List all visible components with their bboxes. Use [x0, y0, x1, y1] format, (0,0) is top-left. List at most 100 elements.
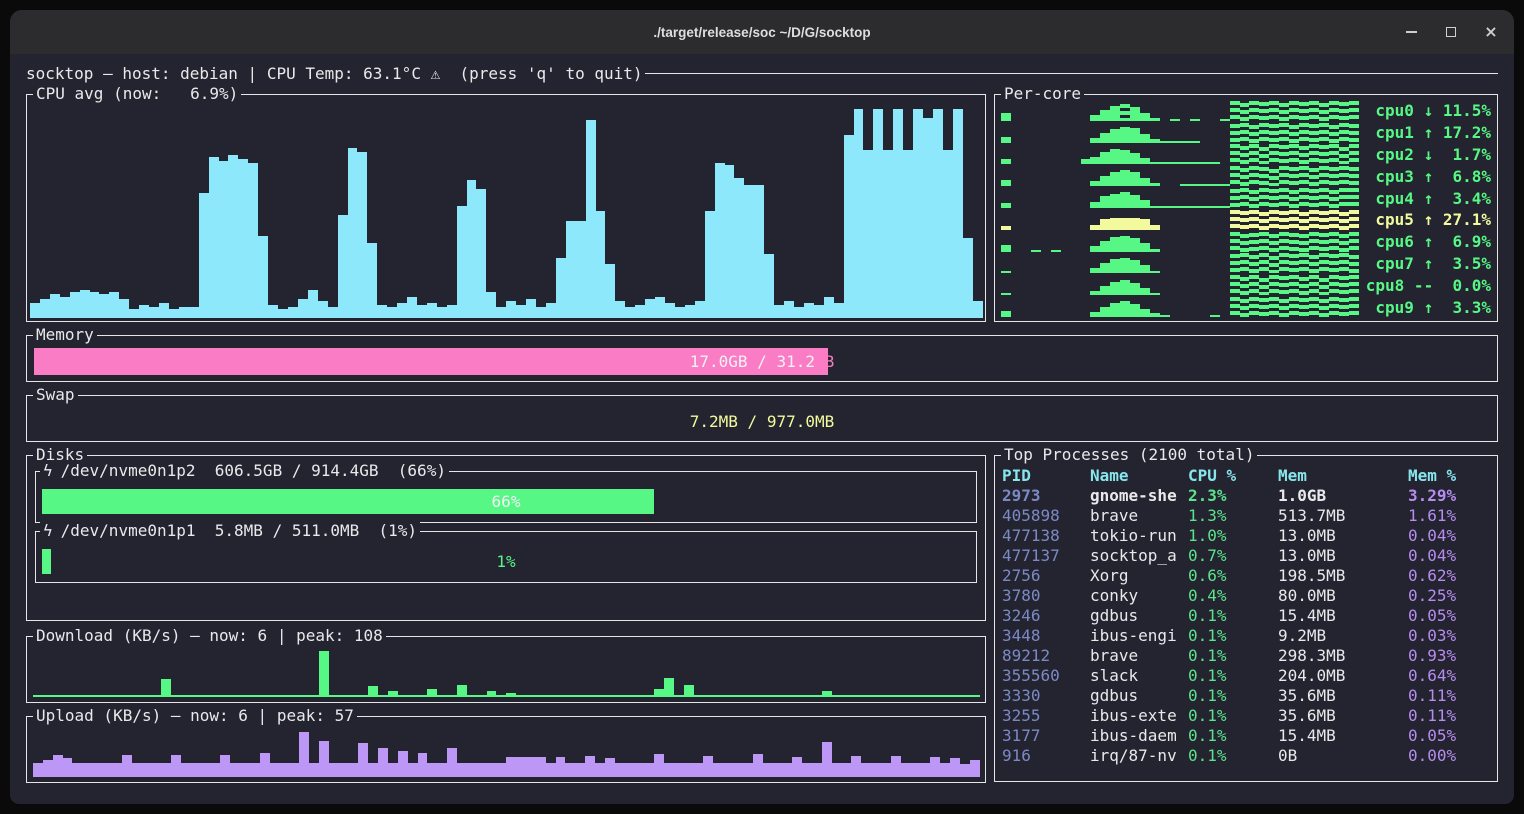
- cell: 3448: [1002, 626, 1090, 646]
- chart-bar: [526, 695, 536, 697]
- spark-bar: [1180, 184, 1190, 186]
- chart-bar: [496, 695, 506, 697]
- chart-bar: [270, 695, 280, 697]
- chart-bar: [675, 307, 685, 318]
- chart-bar: [723, 695, 733, 697]
- chart-bar: [179, 307, 189, 318]
- chart-bar: [496, 763, 506, 777]
- spark-bar: [1349, 167, 1359, 186]
- spark-bar: [1309, 124, 1319, 143]
- spark-bar: [1240, 123, 1250, 143]
- spark-bar: [1349, 144, 1359, 164]
- cell: 1.0%: [1188, 526, 1278, 546]
- spark-bar: [1289, 254, 1299, 273]
- chart-bar: [181, 695, 191, 697]
- chart-bar: [102, 695, 112, 697]
- spark-bar: [1319, 166, 1329, 186]
- spark-bar: [1090, 225, 1100, 230]
- chart-bar: [713, 695, 723, 697]
- spark-bar: [1279, 299, 1289, 317]
- spark-bar: [1299, 123, 1309, 143]
- spark-bar: [1240, 103, 1250, 121]
- process-row: 3448ibus-engi0.1%9.2MB0.03%: [1002, 626, 1492, 646]
- chart-bar: [873, 109, 883, 318]
- chart-bar: [487, 763, 497, 777]
- spark-bar: [1200, 162, 1210, 164]
- chart-bar: [112, 763, 122, 777]
- spark-bar: [1120, 301, 1130, 317]
- spark-bar: [1200, 206, 1210, 208]
- spark-bar: [1160, 141, 1170, 143]
- chart-bar: [496, 307, 506, 318]
- chart-bar: [891, 695, 901, 697]
- close-button[interactable]: ×: [1484, 25, 1498, 39]
- spark-bar: [1279, 103, 1289, 121]
- spark-bar: [1120, 218, 1130, 230]
- chart-bar: [565, 695, 575, 697]
- chart-bar: [289, 763, 299, 777]
- spark-bar: [1130, 238, 1140, 252]
- chart-bar: [516, 757, 526, 777]
- spark-bar: [1319, 233, 1329, 252]
- chart-bar: [486, 292, 496, 318]
- window-titlebar[interactable]: ./target/release/soc ~/D/G/socktop ×: [10, 10, 1514, 54]
- cell: 0.1%: [1188, 686, 1278, 706]
- chart-bar: [99, 294, 109, 318]
- cell: 0.1%: [1188, 646, 1278, 666]
- spark-bar: [1309, 168, 1319, 186]
- core-sparkline: [1001, 210, 1359, 230]
- cell: 15.4MB: [1278, 726, 1408, 746]
- spark-bar: [1319, 299, 1329, 317]
- spark-bar: [1130, 218, 1140, 230]
- chart-bar: [526, 299, 536, 318]
- chart-bar: [189, 307, 199, 318]
- spark-bar: [1259, 253, 1269, 273]
- close-icon: ×: [1484, 25, 1497, 39]
- chart-bar: [122, 755, 132, 777]
- spark-bar: [1090, 157, 1100, 164]
- spark-bar: [1230, 254, 1240, 273]
- spark-bar: [1249, 210, 1259, 230]
- chart-bar: [725, 165, 735, 318]
- spark-bar: [1150, 139, 1160, 143]
- minimize-button[interactable]: [1404, 25, 1418, 39]
- chart-bar: [506, 693, 516, 697]
- cpu-avg-panel: CPU avg (now: 6.9%): [26, 94, 986, 322]
- spark-bar: [1230, 275, 1240, 295]
- chart-bar: [605, 695, 615, 697]
- core-label: cpu7 ↑ 3.5%: [1359, 254, 1491, 273]
- maximize-button[interactable]: [1444, 25, 1458, 39]
- spark-bar: [1279, 232, 1289, 252]
- chart-bar: [901, 695, 911, 697]
- cell: 0.11%: [1408, 706, 1492, 726]
- spark-bar: [1259, 147, 1269, 165]
- chart-bar: [60, 297, 70, 319]
- cell: 1.3%: [1188, 506, 1278, 526]
- chart-bar: [279, 695, 289, 697]
- spark-bar: [1299, 166, 1309, 186]
- spark-bar: [1130, 172, 1140, 186]
- spark-bar: [1100, 152, 1110, 164]
- chart-bar: [950, 695, 960, 697]
- chart-bar: [764, 254, 774, 319]
- spark-bar: [1309, 275, 1319, 295]
- spark-bar: [1100, 286, 1110, 296]
- spark-bar: [1230, 166, 1240, 186]
- spark-bar: [1100, 196, 1110, 208]
- spark-bar: [1090, 115, 1100, 121]
- spark-bar: [1299, 212, 1309, 230]
- chart-bar: [132, 695, 142, 697]
- process-row: 2973gnome-she2.3%1.0GB3.29%: [1002, 486, 1492, 506]
- chart-bar: [308, 290, 318, 318]
- spark-bar: [1180, 162, 1190, 164]
- cell: 1.0GB: [1278, 486, 1408, 506]
- memory-panel: Memory 17.0GB / 31.2GB: [26, 335, 1498, 382]
- spark-bar: [1110, 218, 1120, 230]
- spark-bar: [1150, 293, 1160, 295]
- chart-bar: [744, 185, 754, 318]
- chart-bar: [407, 297, 417, 319]
- spark-bar: [1269, 189, 1279, 208]
- chart-bar: [822, 691, 832, 697]
- chart-bar: [834, 303, 844, 318]
- spark-bar: [1230, 297, 1240, 317]
